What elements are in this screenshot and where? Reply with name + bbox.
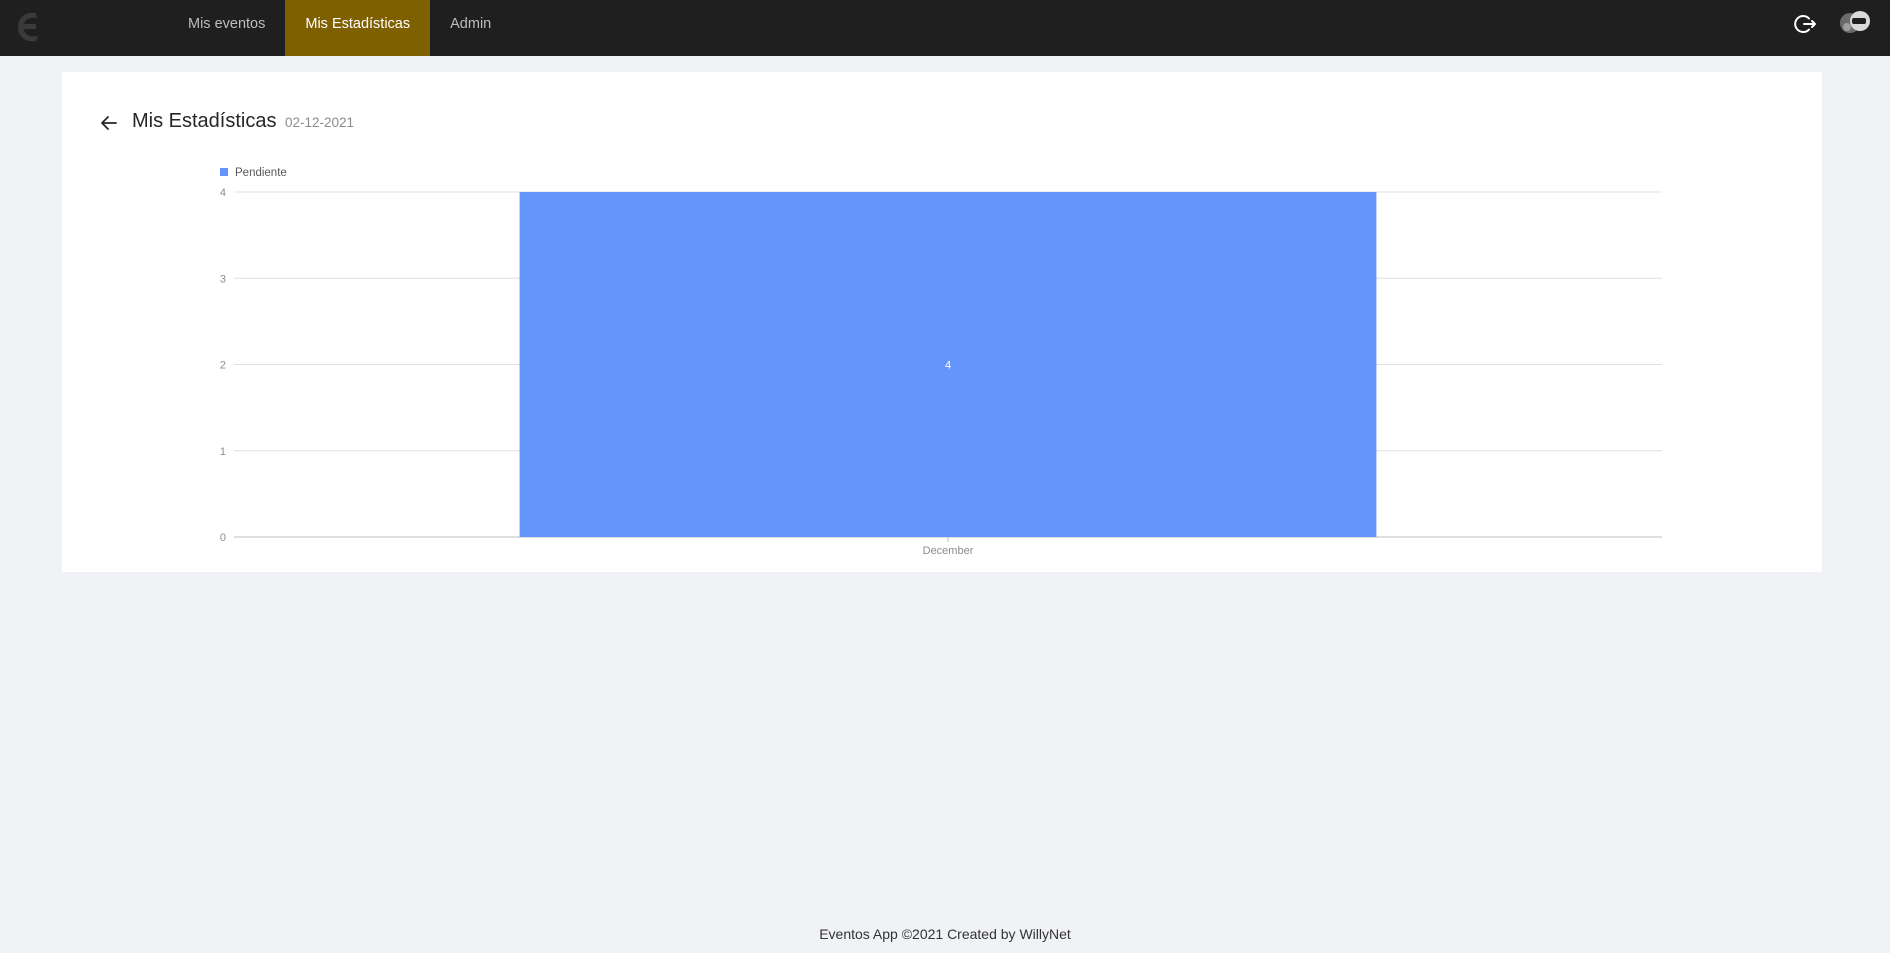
avatar[interactable]: [1838, 9, 1872, 37]
legend-label-0: Pendiente: [235, 167, 287, 179]
x-tick-label-0: December: [923, 545, 974, 557]
nav-item-mis-eventos[interactable]: Mis eventos: [168, 0, 285, 56]
stats-card: Mis Estadísticas 02-12-2021 Pendiente 0 1 2…: [62, 72, 1822, 572]
top-navbar: Mis eventos Mis Estadísticas Admin: [0, 0, 1890, 56]
bar-data-label-0: 4: [945, 360, 951, 372]
y-tick-label-2: 2: [220, 360, 226, 372]
y-tick-label-3: 3: [220, 273, 226, 285]
main-nav: Mis eventos Mis Estadísticas Admin: [168, 0, 511, 56]
footer-text: Eventos App ©2021 Created by WillyNet: [819, 926, 1071, 942]
nav-item-mis-estadisticas[interactable]: Mis Estadísticas: [285, 0, 431, 56]
logo-e-icon[interactable]: [14, 7, 44, 47]
y-tick-label-4: 4: [220, 187, 226, 199]
bar-chart: Pendiente 0 1 2 3 4 4 December: [220, 167, 1662, 557]
legend-swatch-0: [220, 168, 228, 176]
y-tick-label-0: 0: [220, 532, 226, 544]
logout-icon[interactable]: [1794, 12, 1818, 36]
y-tick-label-1: 1: [220, 446, 226, 458]
nav-item-admin[interactable]: Admin: [430, 0, 511, 56]
